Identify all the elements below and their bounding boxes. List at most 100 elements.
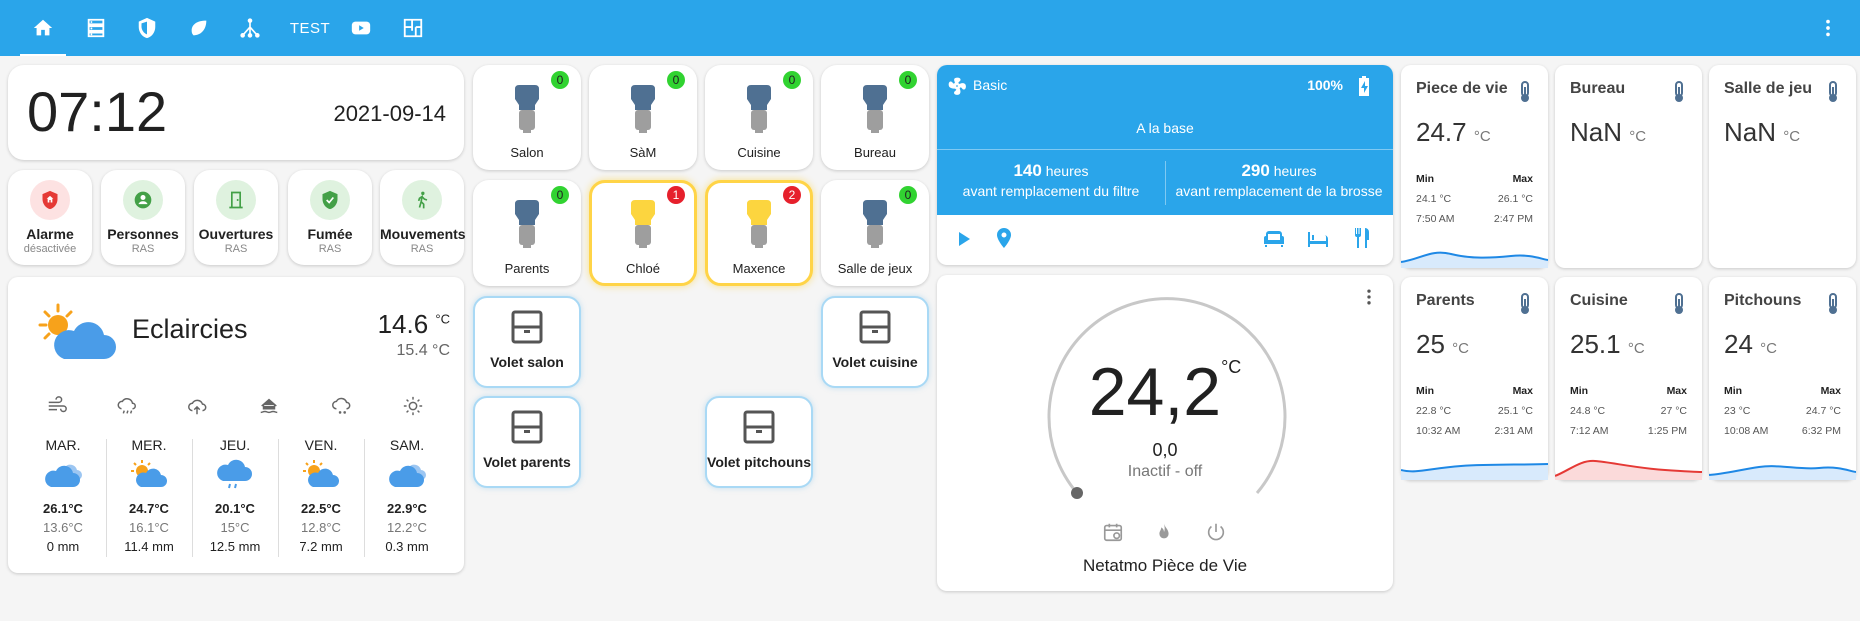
status-alarm-button[interactable]: Alarme désactivée	[8, 170, 92, 265]
tab-server[interactable]	[73, 0, 119, 56]
thermometer-icon	[1829, 293, 1837, 314]
lightbulb-icon	[512, 85, 542, 138]
lightbulb-icon	[628, 200, 658, 253]
sensor-card-cuisine[interactable]: Cuisine 25.1 °C Min Max 24.8 °C 27 °C 7:12…	[1555, 277, 1702, 480]
fire-icon[interactable]	[1153, 521, 1175, 543]
snow-cloud-icon	[330, 395, 352, 422]
lightbulb-icon	[860, 85, 890, 138]
thermostat-card: 24,2°C 0,0 Inactif - off Netatmo Pièce d…	[937, 275, 1393, 591]
sensor-name: Parents	[1416, 292, 1475, 309]
light-tile-maxence[interactable]: 2 Maxence	[705, 180, 813, 286]
sofa-icon[interactable]	[1262, 227, 1286, 251]
lightbulb-icon	[744, 85, 774, 138]
filter-hours: 140	[1013, 161, 1042, 180]
status-sub: désactivée	[23, 243, 77, 255]
forecast-day: VEN. 22.5°C 12.8°C 7.2 mm	[281, 437, 361, 554]
light-tile-cuisine[interactable]: 0 Cuisine	[705, 65, 813, 170]
light-tile-parents[interactable]: 0 Parents	[473, 180, 581, 286]
tab-test[interactable]: TEST	[282, 0, 338, 56]
sensor-name: Piece de vie	[1416, 80, 1508, 97]
volet-label: Volet cuisine	[832, 354, 918, 370]
people-icon-circle	[123, 180, 163, 220]
locate-icon[interactable]	[992, 226, 1016, 250]
thermometer-icon	[1829, 81, 1837, 102]
tab-floorplan[interactable]	[390, 0, 436, 56]
tab-security[interactable]	[124, 0, 170, 56]
sensor-value: NaN °C	[1570, 117, 1646, 148]
more-vertical-icon[interactable]	[1359, 287, 1379, 307]
volet-pitchouns-button[interactable]: Volet pitchouns	[705, 396, 813, 488]
thermometer-icon	[1675, 293, 1683, 314]
filter-unit: heures	[1045, 163, 1089, 179]
play-icon[interactable]	[951, 227, 975, 251]
tab-youtube[interactable]	[338, 0, 384, 56]
volet-salon-button[interactable]: Volet salon	[473, 296, 581, 388]
min-label: Min	[1724, 385, 1743, 397]
sensor-value-number: 24	[1724, 329, 1753, 359]
partly-cloudy-icon	[109, 459, 189, 495]
walk-icon	[417, 191, 428, 209]
tab-garden[interactable]	[176, 0, 222, 56]
partly-cloudy-icon	[281, 459, 361, 495]
status-name: Personnes	[107, 226, 179, 242]
youtube-icon	[351, 21, 371, 35]
sensor-card-bureau[interactable]: Bureau NaN °C	[1555, 65, 1702, 268]
status-motion-button[interactable]: Mouvements RAS	[380, 170, 466, 265]
light-tile-salon[interactable]: 0 Salon	[473, 65, 581, 170]
sensor-card-parents[interactable]: Parents 25 °C Min Max 22.8 °C 25.1 °C 10:3…	[1401, 277, 1548, 480]
cutlery-icon[interactable]	[1349, 226, 1373, 250]
alarm-icon-circle	[30, 180, 70, 220]
light-tile-chloe[interactable]: 1 Chloé	[589, 180, 697, 286]
sensor-unit: °C	[1760, 340, 1777, 357]
light-tile-bureau[interactable]: 0 Bureau	[821, 65, 929, 170]
status-smoke-button[interactable]: Fumée RAS	[288, 170, 372, 265]
light-count-badge: 1	[667, 186, 685, 204]
vacuum-brush-stat: 290 heures avant remplacement de la bros…	[1165, 161, 1393, 201]
max-label: Max	[1512, 385, 1533, 397]
min-time: 7:12 AM	[1570, 425, 1609, 437]
light-label: Bureau	[854, 145, 896, 160]
status-name: Alarme	[26, 226, 74, 242]
lightbulb-icon	[512, 200, 542, 253]
window-shutter-icon	[511, 410, 543, 449]
sensor-card-salle-de-jeu[interactable]: Salle de jeu NaN °C	[1709, 65, 1856, 268]
power-icon[interactable]	[1205, 521, 1227, 543]
bed-icon[interactable]	[1306, 227, 1330, 251]
weather-temperature: 14.6 °C	[378, 309, 450, 340]
sensor-min-max: Min Max 24.1 °C 26.1 °C 7:50 AM 2:47 PM	[1416, 173, 1533, 233]
status-openings-button[interactable]: Ouvertures RAS	[194, 170, 278, 265]
forecast-day-name: SAM.	[389, 437, 425, 453]
status-people-button[interactable]: Personnes RAS	[101, 170, 185, 265]
volet-cuisine-button[interactable]: Volet cuisine	[821, 296, 929, 388]
brush-unit: heures	[1273, 163, 1317, 179]
server-icon	[87, 18, 105, 38]
forecast-low: 12.2°C	[387, 520, 427, 535]
thermostat-state: Inactif - off	[1127, 463, 1203, 480]
forecast-day-name: MAR.	[45, 437, 81, 453]
forecast-rain: 0 mm	[46, 539, 80, 554]
max-time: 2:31 AM	[1494, 425, 1533, 437]
volet-parents-button[interactable]: Volet parents	[473, 396, 581, 488]
sensor-card-piece-de-vie[interactable]: Piece de vie 24.7 °C Min Max 24.1 °C 26.1 …	[1401, 65, 1548, 268]
max-label: Max	[1666, 385, 1687, 397]
weather-card[interactable]: Eclaircies 14.6 °C 15.4 °C MAR. 26.1°C 1…	[8, 277, 464, 573]
overflow-menu-button[interactable]	[1808, 0, 1848, 56]
calendar-sync-icon[interactable]	[1102, 521, 1124, 543]
tab-network[interactable]	[227, 0, 273, 56]
light-tile-salle-de-jeux[interactable]: 0 Salle de jeux	[821, 180, 929, 286]
sensor-sparkline	[1555, 459, 1702, 480]
tab-home[interactable]	[20, 0, 66, 56]
sensor-card-pitchouns[interactable]: Pitchouns 24 °C Min Max 23 °C 24.7 °C 10:0…	[1709, 277, 1856, 480]
thermometer-icon	[1675, 81, 1683, 102]
forecast-rain: 12.5 mm	[209, 539, 261, 554]
home-flood-icon	[258, 395, 280, 422]
forecast-day: MER. 24.7°C 16.1°C 11.4 mm	[109, 437, 189, 554]
sensor-value-number: 25	[1416, 329, 1445, 359]
partly-cloudy-icon	[34, 301, 118, 370]
forecast-high: 26.1°C	[43, 501, 83, 516]
forecast-day: MAR. 26.1°C 13.6°C 0 mm	[23, 437, 103, 554]
light-tile-sam[interactable]: 0 SàM	[589, 65, 697, 170]
sensor-value: 24 °C	[1724, 329, 1777, 360]
volet-label: Volet parents	[483, 454, 571, 470]
thermostat-name: Netatmo Pièce de Vie	[1082, 556, 1248, 575]
